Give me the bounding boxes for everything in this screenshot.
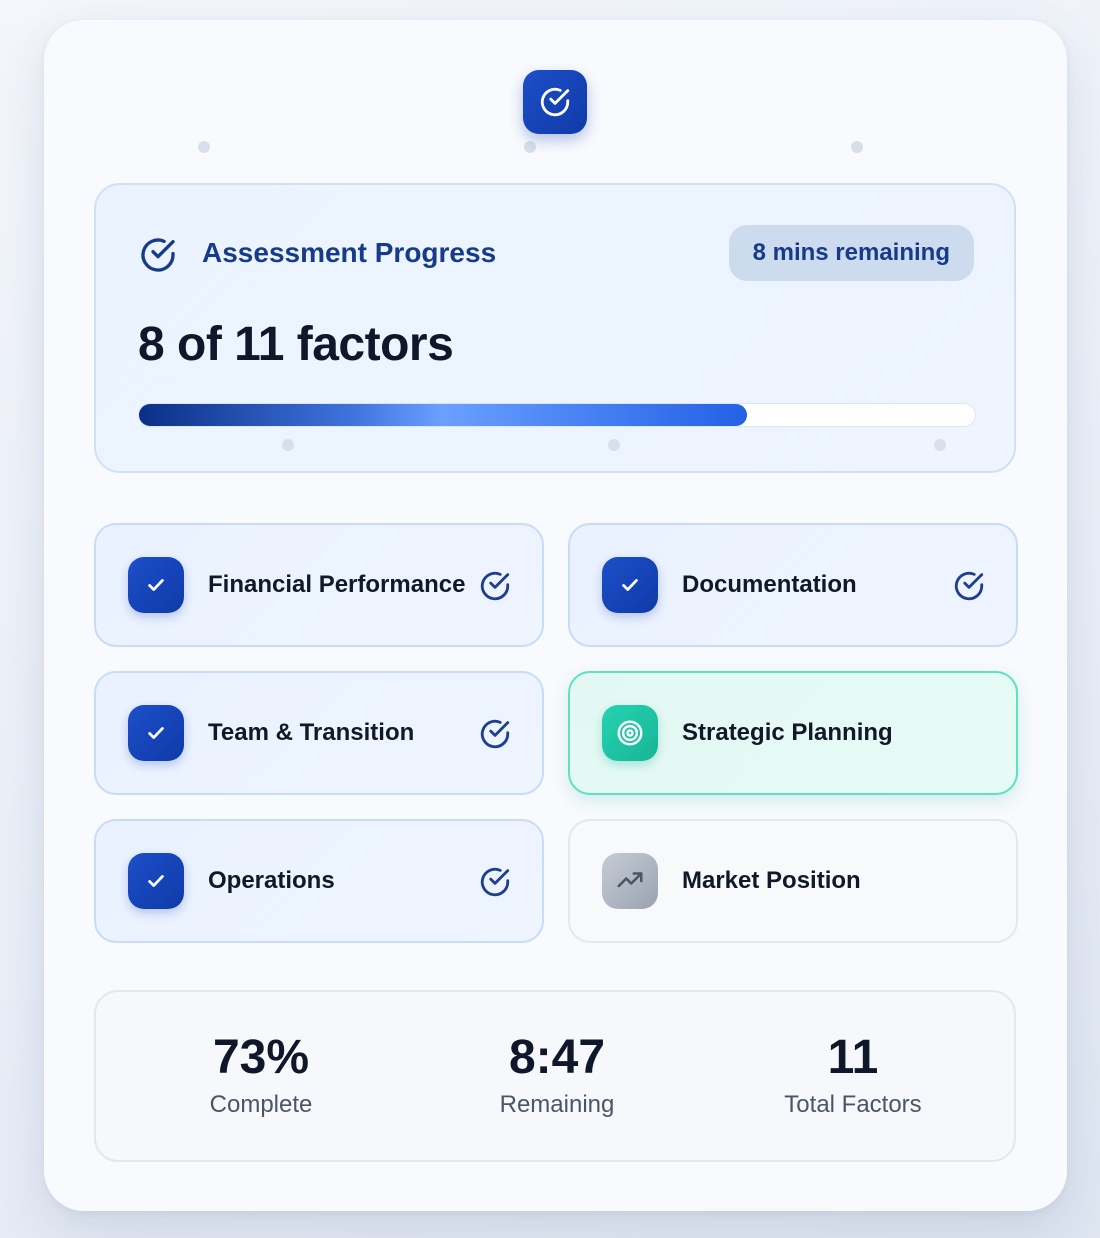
stat-label: Complete <box>209 1091 313 1118</box>
factor-card-team-transition[interactable]: Team & Transition <box>94 671 544 795</box>
decor-dot <box>524 141 536 153</box>
decor-dot <box>851 141 863 153</box>
factor-card-documentation[interactable]: Documentation <box>568 523 1018 647</box>
check-circle-icon <box>540 87 570 117</box>
factor-status-badge <box>602 853 658 909</box>
decor-dot <box>282 439 294 451</box>
factor-status-badge <box>602 557 658 613</box>
progress-title: Assessment Progress <box>202 237 497 268</box>
progress-panel: Assessment Progress 8 mins remaining 8 o… <box>94 183 1016 473</box>
factor-card-operations[interactable]: Operations <box>94 819 544 943</box>
factor-card-market-position[interactable]: Market Position <box>568 819 1018 943</box>
decor-dot <box>198 141 210 153</box>
factor-card-financial-performance[interactable]: Financial Performance <box>94 523 544 647</box>
factor-status-badge <box>128 853 184 909</box>
target-icon <box>617 720 643 746</box>
decor-dot <box>934 439 946 451</box>
factor-status-badge <box>128 557 184 613</box>
factor-label: Team & Transition <box>208 719 415 746</box>
stat-label: Total Factors <box>784 1091 922 1118</box>
checkmark-icon <box>148 875 164 887</box>
factor-status-badge <box>128 705 184 761</box>
time-remaining-badge: 8 mins remaining <box>728 225 974 281</box>
factor-label: Financial Performance <box>208 571 466 598</box>
checkmark-icon <box>148 727 164 739</box>
check-circle-icon <box>141 238 175 272</box>
stat-remaining: 8:47 Remaining <box>407 992 707 1119</box>
header-badge <box>523 70 587 134</box>
decor-dot <box>608 439 620 451</box>
stat-value: 11 <box>827 1031 879 1084</box>
stat-value: 73% <box>212 1031 310 1084</box>
checkmark-icon <box>148 579 164 591</box>
trending-up-icon <box>617 872 643 888</box>
factor-card-strategic-planning[interactable]: Strategic Planning <box>568 671 1018 795</box>
check-circle-icon <box>480 571 510 601</box>
factor-status-badge <box>602 705 658 761</box>
assessment-card: Assessment Progress 8 mins remaining 8 o… <box>44 20 1067 1211</box>
check-circle-icon <box>954 571 984 601</box>
stat-value: 8:47 <box>508 1031 606 1084</box>
progress-count: 8 of 11 factors <box>138 318 454 371</box>
factor-label: Strategic Planning <box>682 719 893 746</box>
check-circle-icon <box>480 867 510 897</box>
factor-label: Documentation <box>682 571 857 598</box>
stats-panel: 73% Complete 8:47 Remaining 11 Total Fac… <box>94 990 1016 1162</box>
factor-label: Market Position <box>682 867 861 894</box>
progress-bar <box>138 403 976 427</box>
progress-bar-fill <box>139 404 747 426</box>
stat-label: Remaining <box>499 1091 615 1118</box>
stat-total-factors: 11 Total Factors <box>703 992 1003 1119</box>
check-circle-icon <box>480 719 510 749</box>
checkmark-icon <box>622 579 638 591</box>
stat-complete: 73% Complete <box>111 992 411 1119</box>
factor-label: Operations <box>208 867 335 894</box>
